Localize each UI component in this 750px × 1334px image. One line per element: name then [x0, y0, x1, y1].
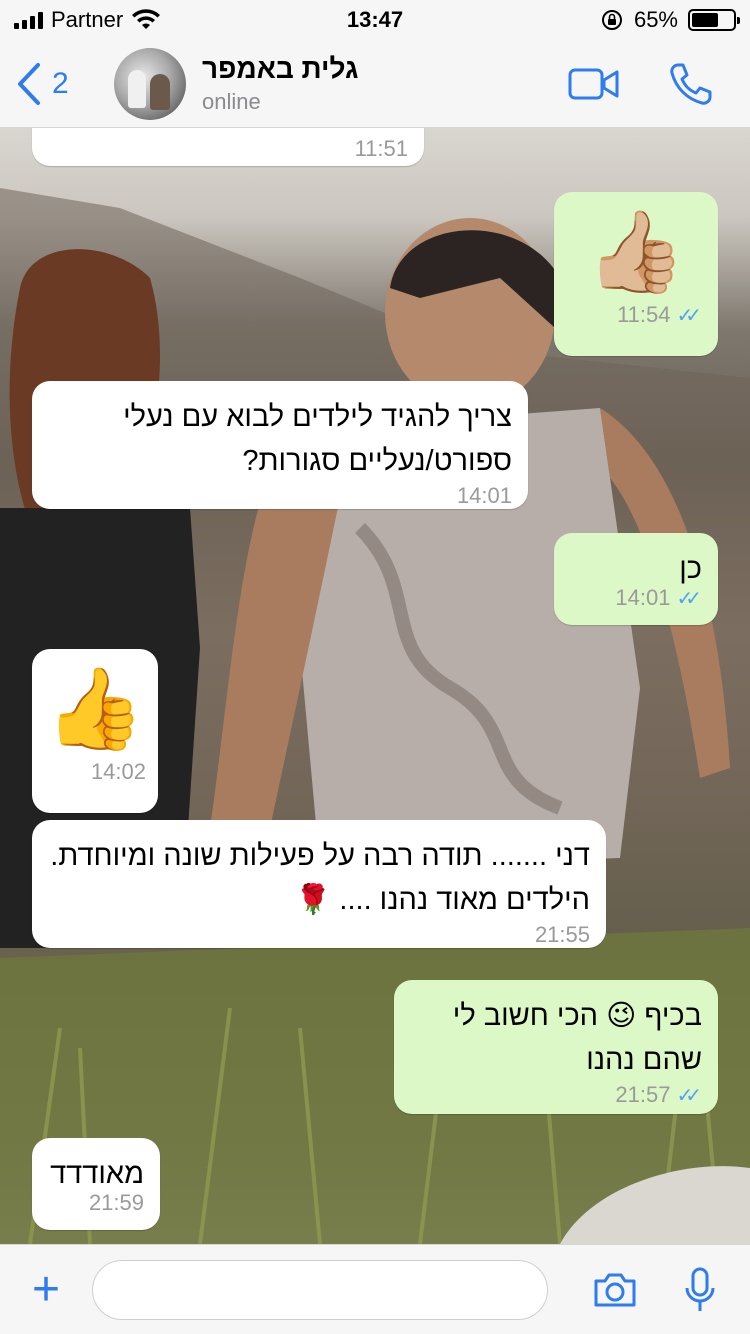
read-receipt-icon: ✓✓: [676, 587, 701, 610]
back-button[interactable]: 2: [0, 62, 110, 106]
message-text: דני ....... תודה רבה על פעילות שונה ומיו…: [50, 840, 590, 916]
avatar[interactable]: [114, 47, 186, 120]
video-camera-icon[interactable]: [568, 67, 620, 101]
message-bubble[interactable]: 11:51: [32, 128, 424, 166]
clock: 13:47: [346, 7, 404, 32]
chat-header: 2 גלית באמפר online: [0, 40, 750, 128]
microphone-icon[interactable]: [684, 1266, 716, 1314]
message-time: 21:59: [88, 1190, 144, 1215]
status-bar: Partner 13:47 65%: [0, 0, 750, 40]
message-bubble[interactable]: בכיף 😉 הכי חשוב לי שהם נהנו 21:57 ✓✓: [394, 980, 718, 1114]
unread-count: 2: [52, 66, 69, 100]
chat-thread[interactable]: 11:51 👍🏼 11:54 ✓✓ צריך להגיד לילדים לבוא …: [0, 128, 750, 1244]
contact-info[interactable]: גלית באמפר online: [202, 53, 358, 115]
carrier-name: Partner: [51, 7, 124, 32]
thumbs-up-icon: 👍🏼: [586, 207, 686, 296]
message-time: 11:54: [617, 302, 671, 327]
message-text: צריך להגיד לילדים לבוא עם נעלי ספורט/נעל…: [123, 401, 512, 477]
battery-percentage: 65%: [633, 7, 678, 32]
message-time: 14:01: [615, 585, 671, 610]
message-time: 14:02: [90, 759, 146, 784]
message-bubble[interactable]: צריך להגיד לילדים לבוא עם נעלי ספורט/נעל…: [32, 381, 528, 509]
message-time: 14:01: [456, 483, 512, 508]
phone-icon[interactable]: [668, 61, 714, 107]
message-time: 21:57: [615, 1082, 671, 1107]
signal-strength-icon: [14, 11, 43, 29]
thumbs-up-icon: 👍: [45, 664, 145, 753]
message-bubble[interactable]: 👍🏼 11:54 ✓✓: [554, 192, 718, 356]
orientation-lock-icon: [601, 10, 622, 30]
message-bubble[interactable]: כן 14:01 ✓✓: [554, 533, 718, 625]
contact-status: online: [202, 88, 261, 114]
composer-bar: +: [0, 1244, 750, 1334]
battery-level: [692, 13, 718, 27]
camera-icon[interactable]: [592, 1271, 638, 1309]
message-bubble[interactable]: מאודדד 21:59: [32, 1138, 160, 1230]
battery-icon: [688, 9, 740, 31]
message-bubble[interactable]: 👍 14:02: [32, 649, 158, 813]
wifi-icon: [132, 9, 161, 29]
read-receipt-icon: ✓✓: [676, 304, 701, 327]
message-time: 11:51: [354, 136, 408, 161]
message-time: 21:55: [534, 922, 590, 947]
message-input[interactable]: [92, 1259, 548, 1320]
contact-name: גלית באמפר: [202, 52, 359, 84]
plus-icon[interactable]: +: [20, 1265, 72, 1314]
read-receipt-icon: ✓✓: [676, 1084, 701, 1107]
message-bubble[interactable]: דני ....... תודה רבה על פעילות שונה ומיו…: [32, 820, 606, 948]
chevron-left-icon: [18, 62, 40, 105]
message-text: בכיף 😉 הכי חשוב לי שהם נהנו: [452, 1000, 702, 1076]
